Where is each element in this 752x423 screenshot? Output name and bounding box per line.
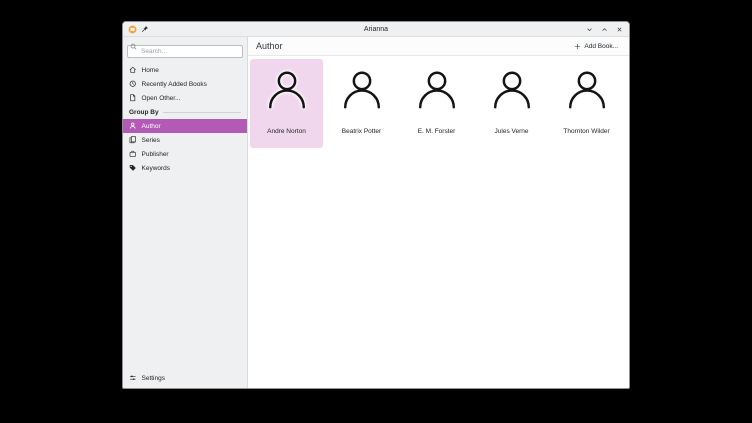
briefcase-icon xyxy=(129,150,137,158)
chevron-up-icon xyxy=(601,26,608,33)
close-icon xyxy=(616,26,623,33)
sidebar-item-publisher[interactable]: Publisher xyxy=(123,147,247,161)
document-icon xyxy=(129,94,137,102)
author-name: Andre Norton xyxy=(267,128,306,135)
page-header: Author Add Book... xyxy=(248,37,629,56)
sidebar-item-recently-added[interactable]: Recently Added Books xyxy=(123,77,247,91)
person-avatar-icon xyxy=(339,68,385,114)
sidebar-item-home[interactable]: Home xyxy=(123,63,247,77)
author-card-andre-norton[interactable]: Andre Norton xyxy=(250,59,323,148)
group-by-header: Group By xyxy=(123,105,247,119)
person-avatar-icon xyxy=(564,68,610,114)
sidebar-item-open-other[interactable]: Open Other... xyxy=(123,91,247,105)
window-title: Arianna xyxy=(123,26,629,33)
sidebar-item-label: Series xyxy=(142,137,160,144)
sidebar-item-label: Recently Added Books xyxy=(142,81,207,88)
person-icon xyxy=(129,122,137,130)
search-icon xyxy=(130,43,137,50)
minimize-button[interactable] xyxy=(585,25,594,34)
close-button[interactable] xyxy=(615,25,624,34)
sidebar-item-settings[interactable]: Settings xyxy=(123,371,247,385)
author-name: Thornton Wilder xyxy=(563,128,609,135)
sliders-icon xyxy=(129,374,137,382)
sidebar-item-series[interactable]: Series xyxy=(123,133,247,147)
pages-icon xyxy=(129,136,137,144)
sidebar-item-author[interactable]: Author xyxy=(123,119,247,133)
person-avatar-icon xyxy=(414,68,460,114)
plus-icon xyxy=(574,43,581,50)
titlebar[interactable]: Arianna xyxy=(123,22,629,37)
add-book-label: Add Book... xyxy=(584,43,618,50)
maximize-button[interactable] xyxy=(600,25,609,34)
author-name: Beatrix Potter xyxy=(342,128,381,135)
add-book-button[interactable]: Add Book... xyxy=(571,41,621,52)
sidebar-item-label: Home xyxy=(142,67,159,74)
arianna-window: Arianna xyxy=(122,21,630,389)
page-title: Author xyxy=(256,41,283,51)
main-content: Author Add Book... Andre Norton xyxy=(248,37,629,388)
app-menu-button[interactable] xyxy=(128,25,137,34)
sidebar-spacer xyxy=(123,175,247,371)
author-grid: Andre Norton Beatrix Potter E. M. Forste… xyxy=(248,56,629,148)
divider xyxy=(163,112,241,113)
desktop: { "titlebar": { "title": "Arianna", "app… xyxy=(0,0,752,423)
sidebar-item-label: Publisher xyxy=(142,151,169,158)
author-name: E. M. Forster xyxy=(418,128,456,135)
author-card-jules-verne[interactable]: Jules Verne xyxy=(475,59,548,148)
person-avatar-icon xyxy=(264,68,310,114)
author-card-e-m-forster[interactable]: E. M. Forster xyxy=(400,59,473,148)
search-input[interactable] xyxy=(127,45,243,58)
sidebar-item-label: Settings xyxy=(142,375,166,382)
sidebar-item-label: Open Other... xyxy=(142,95,181,102)
sidebar-item-keywords[interactable]: Keywords xyxy=(123,161,247,175)
author-card-beatrix-potter[interactable]: Beatrix Potter xyxy=(325,59,398,148)
author-card-thornton-wilder[interactable]: Thornton Wilder xyxy=(550,59,623,148)
author-name: Jules Verne xyxy=(495,128,529,135)
tag-icon xyxy=(129,164,137,172)
pin-icon xyxy=(141,25,149,33)
sidebar: Home Recently Added Books Open Other... … xyxy=(123,37,248,388)
home-icon xyxy=(129,66,137,74)
sidebar-item-label: Author xyxy=(142,123,161,130)
arianna-app-icon xyxy=(128,25,137,34)
pin-toggle[interactable] xyxy=(141,25,149,33)
clock-icon xyxy=(129,80,137,88)
sidebar-item-label: Keywords xyxy=(142,165,171,172)
person-avatar-icon xyxy=(489,68,535,114)
chevron-down-icon xyxy=(586,26,593,33)
